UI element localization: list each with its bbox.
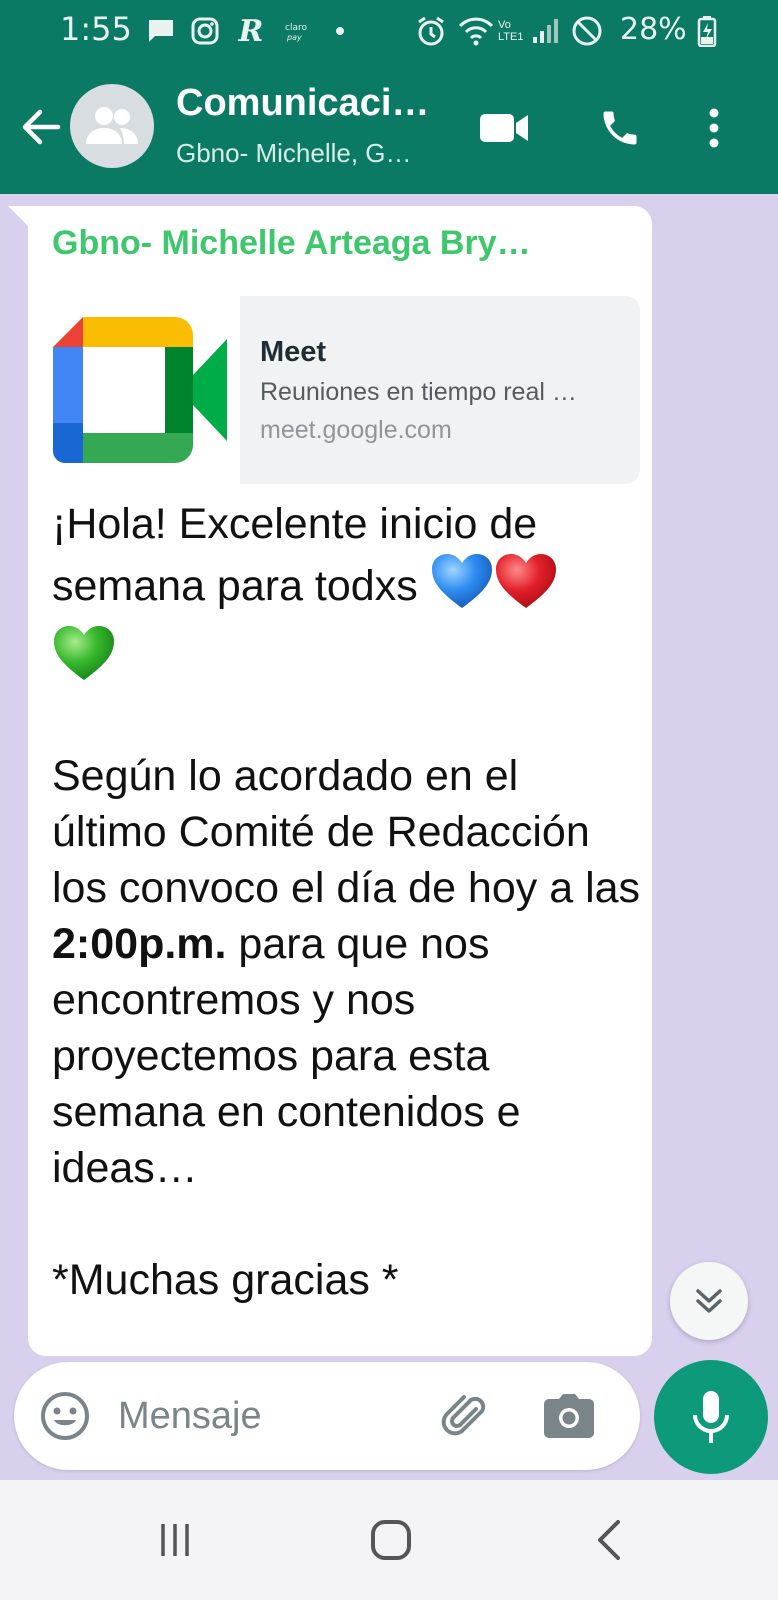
- message-input[interactable]: [118, 1388, 418, 1444]
- alarm-icon: [414, 14, 448, 48]
- message-line-1: ¡Hola! Excelente inicio de: [52, 500, 538, 548]
- top-bar: 1:55 R claro pay Vo LTE1 28% Comunicaci……: [0, 0, 778, 194]
- message-composer: [14, 1362, 640, 1470]
- message-line-2: semana para todxs: [52, 562, 418, 610]
- back-button[interactable]: [18, 104, 64, 150]
- emoji-icon: [41, 1392, 89, 1440]
- camera-button[interactable]: [542, 1389, 596, 1443]
- recent-apps-button[interactable]: [140, 1508, 210, 1572]
- message-paragraph-2a: Según lo acordado en el último Comité de…: [52, 752, 641, 912]
- svg-text:claro: claro: [285, 23, 307, 33]
- link-description: Reuniones en tiempo real …: [260, 378, 577, 406]
- video-call-button[interactable]: [476, 100, 532, 156]
- red-heart-icon: [495, 554, 556, 608]
- claro-pay-icon: claro pay: [282, 14, 316, 48]
- paperclip-icon: [441, 1395, 486, 1436]
- group-avatar[interactable]: [70, 84, 154, 168]
- more-options-button[interactable]: [696, 100, 732, 156]
- link-thumbnail: [40, 296, 240, 484]
- r-app-icon: R: [238, 13, 264, 49]
- group-icon: [86, 107, 138, 144]
- message-closing: *Muchas gracias *: [52, 1256, 399, 1304]
- emoji-button[interactable]: [38, 1389, 92, 1443]
- voice-message-button[interactable]: [654, 1360, 768, 1474]
- voice-call-button[interactable]: [592, 100, 648, 156]
- video-camera-icon: [480, 114, 528, 142]
- volte-label: Vo LTE1: [498, 19, 524, 43]
- svg-text:pay: pay: [286, 33, 302, 42]
- signal-icon: [530, 14, 560, 48]
- bubble-tail: [8, 206, 30, 228]
- chat-subtitle[interactable]: Gbno- Michelle, G…: [176, 138, 412, 169]
- do-not-disturb-icon: [570, 14, 604, 48]
- battery-icon: [696, 14, 718, 48]
- battery-percent: 28%: [620, 12, 687, 47]
- camera-icon: [544, 1394, 594, 1438]
- message-bubble[interactable]: Gbno- Michelle Arteaga Bry… Meet Reunion…: [28, 206, 652, 1356]
- dot-icon: [332, 14, 348, 48]
- google-meet-icon: [53, 317, 227, 463]
- scroll-to-bottom-button[interactable]: [670, 1262, 748, 1340]
- link-preview[interactable]: Meet Reuniones en tiempo real … meet.goo…: [40, 296, 640, 484]
- chevron-left-icon: [598, 1520, 620, 1560]
- app-bar: Comunicaci… Gbno- Michelle, G…: [0, 64, 778, 194]
- chat-area[interactable]: Gbno- Michelle Arteaga Bry… Meet Reunion…: [0, 194, 778, 1480]
- home-icon: [371, 1520, 411, 1560]
- sender-name[interactable]: Gbno- Michelle Arteaga Bry…: [52, 224, 531, 263]
- green-heart-icon: [54, 626, 114, 680]
- arrow-left-icon: [22, 109, 61, 145]
- more-vert-icon: [709, 108, 719, 148]
- chat-title[interactable]: Comunicaci…: [176, 82, 429, 125]
- link-title: Meet: [260, 336, 327, 368]
- chevron-double-down-icon: [696, 1289, 722, 1313]
- instagram-icon: [190, 14, 220, 48]
- recents-icon: [161, 1524, 189, 1556]
- back-nav-button[interactable]: [574, 1508, 644, 1572]
- system-nav-bar: [0, 1480, 778, 1600]
- link-domain: meet.google.com: [260, 416, 452, 444]
- wifi-icon: [456, 14, 496, 48]
- phone-icon: [603, 111, 637, 145]
- microphone-icon: [693, 1391, 729, 1443]
- home-button[interactable]: [356, 1508, 426, 1572]
- status-bar: 1:55 R claro pay Vo LTE1 28%: [0, 0, 778, 64]
- attach-button[interactable]: [438, 1389, 492, 1443]
- status-time: 1:55: [60, 10, 132, 48]
- message-notification-icon: [146, 14, 176, 48]
- message-text: ¡Hola! Excelente inicio de semana para t…: [52, 496, 642, 1308]
- blue-heart-icon: [431, 554, 492, 608]
- meeting-time: 2:00p.m.: [52, 920, 227, 968]
